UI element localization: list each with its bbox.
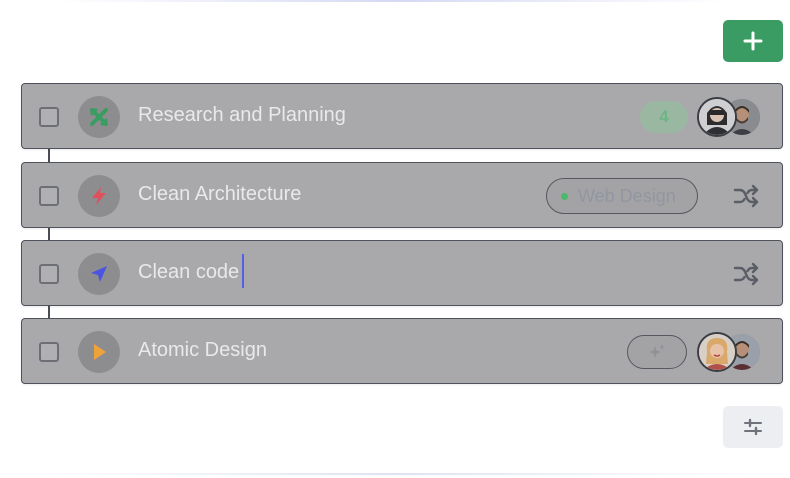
task-title-text: Clean code <box>138 261 240 283</box>
play-icon <box>94 344 106 360</box>
avatar-woman-blonde <box>699 334 735 370</box>
task-checkbox[interactable] <box>39 186 59 206</box>
crossed-arrows-icon <box>90 108 108 126</box>
avatar-woman-goggles <box>699 99 735 135</box>
shuffle-icon[interactable] <box>732 260 760 288</box>
avatar[interactable] <box>697 332 737 372</box>
subtask-count-badge[interactable]: 4 <box>640 101 688 133</box>
task-row-clean-code[interactable]: Clean code <box>21 240 783 306</box>
task-row-research[interactable]: Research and Planning 4 <box>21 83 783 149</box>
task-category-badge <box>78 175 120 217</box>
top-divider <box>60 0 730 2</box>
sparkle-icon <box>649 344 665 358</box>
tag-color-dot <box>561 192 568 200</box>
task-category-badge <box>78 331 120 373</box>
task-title[interactable]: Clean Architecture <box>138 163 301 226</box>
navigation-arrow-icon <box>91 266 107 282</box>
task-checkbox[interactable] <box>39 264 59 284</box>
task-title-input[interactable]: Clean code <box>138 241 245 304</box>
bolt-icon <box>92 187 106 205</box>
tag-chip[interactable]: Web Design <box>546 178 698 214</box>
filter-settings-button[interactable] <box>723 406 783 448</box>
task-category-badge <box>78 253 120 295</box>
add-task-button[interactable] <box>723 20 783 62</box>
task-checkbox[interactable] <box>39 342 59 362</box>
task-category-badge <box>78 96 120 138</box>
task-title[interactable]: Research and Planning <box>138 84 346 147</box>
task-title[interactable]: Atomic Design <box>138 319 267 382</box>
task-checkbox[interactable] <box>39 107 59 127</box>
plus-icon <box>743 31 763 51</box>
bottom-divider <box>40 473 750 475</box>
text-caret <box>242 253 245 288</box>
task-row-clean-architecture[interactable]: Clean Architecture Web Design <box>21 162 783 228</box>
shuffle-icon[interactable] <box>732 182 760 210</box>
task-row-atomic-design[interactable]: Atomic Design <box>21 318 783 384</box>
sliders-icon <box>744 418 762 436</box>
avatar[interactable] <box>697 97 737 137</box>
tag-label: Web Design <box>578 185 676 206</box>
add-tag-button[interactable] <box>627 335 687 369</box>
